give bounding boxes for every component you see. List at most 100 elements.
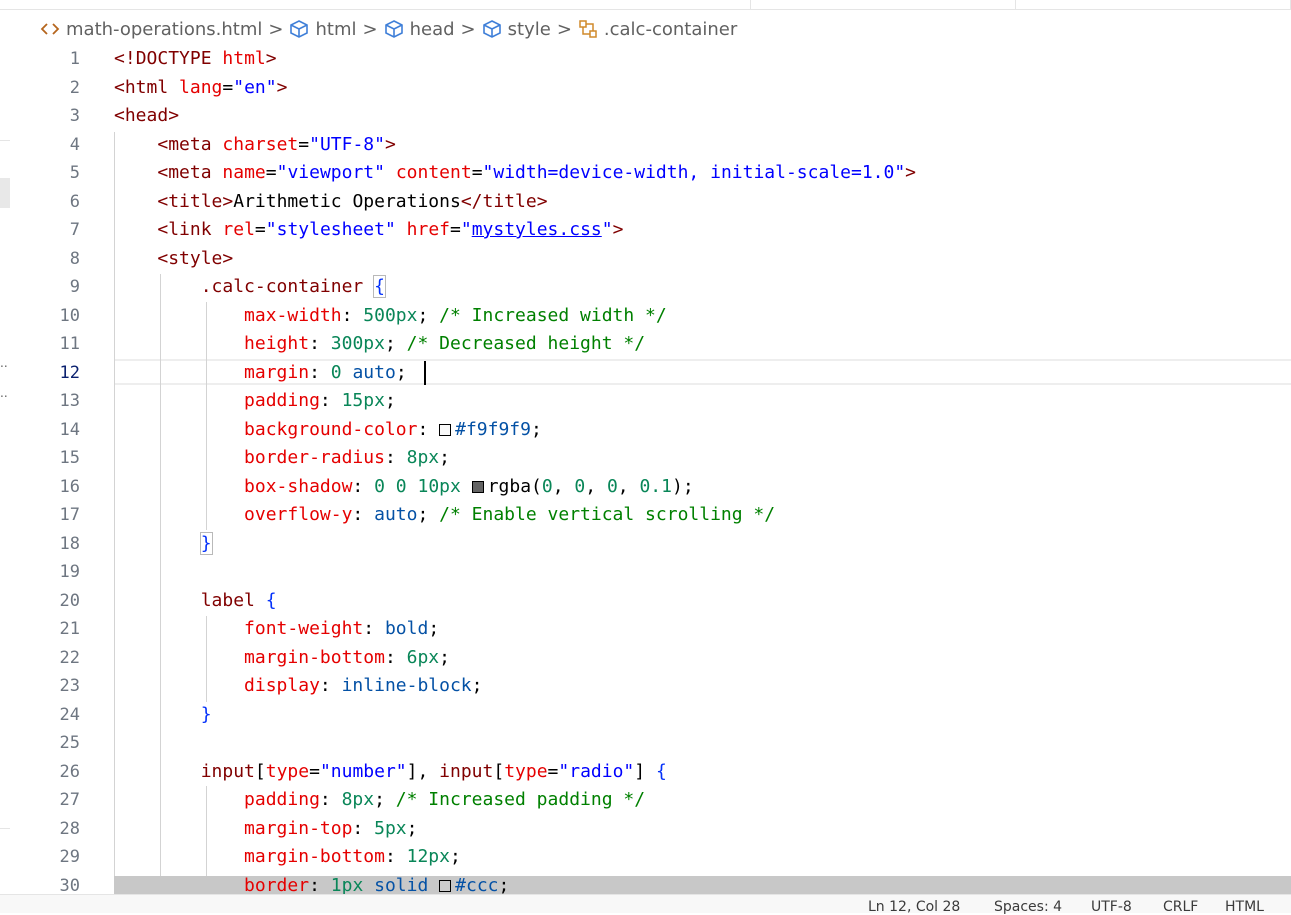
color-swatch-icon[interactable] [439, 423, 452, 436]
code-token: : [384, 846, 407, 867]
code-token: 500px [363, 304, 418, 326]
code-line[interactable]: box-shadow: 0 0 10px rgba(0, 0, 0, 0.1); [114, 473, 694, 501]
code-token: , [617, 475, 640, 497]
code-token: > [905, 162, 917, 183]
code-token: mystyles.css [471, 219, 602, 240]
code-token: : [309, 361, 331, 383]
code-token: #ccc [455, 874, 499, 896]
code-line[interactable]: font-weight: bold; [114, 615, 439, 643]
code-token: ; [439, 646, 450, 668]
color-swatch-icon[interactable] [439, 879, 452, 892]
line-number: 12 [59, 362, 80, 383]
status-bar: Ln 12, Col 28 Spaces: 4 UTF-8 CRLF HTML [0, 894, 1291, 915]
code-line[interactable]: <html lang="en"> [114, 74, 287, 102]
code-token: head [124, 105, 169, 126]
status-eol[interactable]: CRLF [1163, 899, 1198, 915]
code-token: 0 [574, 475, 586, 497]
breadcrumb-item-html[interactable]: html [289, 19, 357, 40]
code-token: ; [417, 504, 440, 525]
code-line[interactable]: <title>Arithmetic Operations</title> [114, 188, 547, 216]
code-line[interactable]: <link rel="stylesheet" href="mystyles.cs… [114, 216, 623, 244]
code-token: title [168, 190, 223, 212]
code-line[interactable]: overflow-y: auto; /* Enable vertical scr… [114, 501, 775, 529]
code-token: style [168, 247, 223, 269]
line-number: 27 [59, 790, 80, 810]
breadcrumb-item-head[interactable]: head [384, 19, 455, 40]
breadcrumb-label: style [507, 18, 551, 40]
code-line[interactable]: height: 300px; /* Decreased height */ [114, 330, 645, 358]
breadcrumb-item-file[interactable]: math-operations.html [40, 19, 262, 40]
code-line[interactable]: margin: 0 auto; [114, 359, 407, 387]
status-cursor-position[interactable]: Ln 12, Col 28 [868, 899, 960, 915]
code-token: ; [384, 390, 396, 411]
code-line[interactable]: margin-top: 5px; [114, 815, 417, 843]
code-line[interactable]: .calc-container { [114, 273, 386, 301]
code-line[interactable]: max-width: 500px; /* Increased width */ [114, 302, 667, 330]
code-line[interactable]: <!DOCTYPE html> [114, 45, 277, 73]
breadcrumb-item-style[interactable]: style [482, 19, 551, 40]
code-token: > [168, 105, 180, 126]
code-token: rgba( [487, 475, 542, 497]
color-swatch-icon[interactable] [471, 480, 484, 493]
code-token: input [439, 760, 494, 782]
code-token: 8px [341, 789, 375, 810]
code-token: padding [244, 390, 320, 411]
code-line[interactable]: display: inline-block; [114, 672, 482, 700]
code-line[interactable]: } [114, 701, 212, 729]
code-token: } [199, 531, 213, 555]
code-token: solid [374, 874, 429, 896]
code-token: .calc-container [200, 276, 364, 297]
code-token: </ [460, 190, 483, 212]
code-token: meta [168, 133, 212, 155]
breadcrumb-label: .calc-container [603, 18, 738, 40]
code-line[interactable]: <head> [114, 102, 179, 130]
line-number: 5 [69, 163, 80, 183]
code-line[interactable]: <meta name="viewport" content="width=dev… [114, 159, 916, 187]
code-token: ] [634, 760, 656, 782]
code-token: 8px [406, 447, 440, 468]
breadcrumb-item-selector[interactable]: .calc-container [578, 19, 737, 40]
code-token: /* Enable vertical scrolling */ [439, 504, 776, 525]
status-language-mode[interactable]: HTML [1225, 899, 1264, 915]
code-line[interactable]: label { [114, 587, 277, 615]
code-line[interactable]: background-color: #f9f9f9; [114, 416, 542, 444]
line-number: 14 [59, 419, 80, 440]
html-file-icon [40, 23, 60, 35]
code-token: Arithmetic Operations [233, 190, 461, 212]
code-line[interactable]: margin-bottom: 6px; [114, 644, 450, 672]
code-line[interactable]: <meta charset="UTF-8"> [114, 131, 395, 159]
code-line[interactable]: padding: 15px; [114, 387, 396, 415]
line-number: 19 [59, 562, 80, 582]
code-token: box-shadow [244, 475, 353, 497]
code-line[interactable]: } [114, 530, 213, 558]
code-token: margin-top [244, 817, 353, 839]
code-line[interactable]: input[type="number"], input[type="radio"… [114, 758, 667, 786]
line-number: 17 [59, 505, 80, 525]
status-encoding[interactable]: UTF-8 [1091, 899, 1132, 915]
code-token: content [395, 162, 472, 183]
code-line[interactable]: <style> [114, 245, 233, 273]
code-token: 300px [330, 333, 385, 354]
code-token: : [309, 874, 331, 896]
code-token: href [406, 219, 451, 240]
code-line[interactable]: border-radius: 8px; [114, 444, 450, 472]
code-line[interactable]: padding: 8px; /* Increased padding */ [114, 786, 645, 814]
code-token: = [547, 760, 559, 782]
code-token: 0 [374, 475, 385, 497]
code-token: lang [179, 76, 223, 98]
code-token: font-weight [244, 618, 364, 639]
code-token: 15px [341, 390, 385, 411]
code-token: rel [222, 219, 255, 240]
code-line[interactable]: margin-bottom: 12px; [114, 843, 461, 871]
status-indentation[interactable]: Spaces: 4 [994, 899, 1062, 915]
